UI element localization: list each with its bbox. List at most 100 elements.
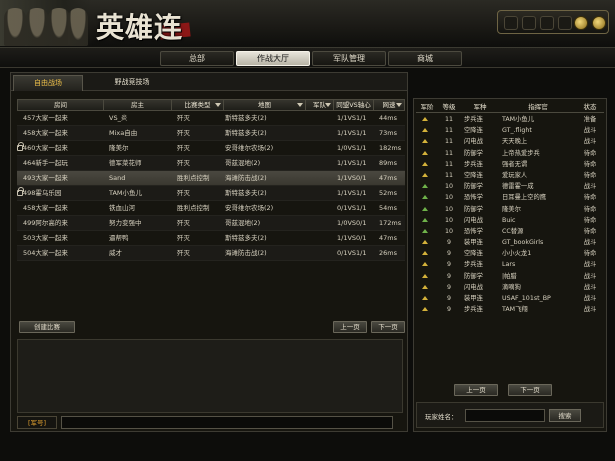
room-name: 493大家一起来 xyxy=(23,174,68,182)
room-map: 斯特兹多夫(2) xyxy=(225,129,267,137)
room-next-page-button[interactable]: 下一页 xyxy=(371,321,405,333)
player-status: 战斗 xyxy=(583,183,597,191)
col-ping[interactable]: 网速 xyxy=(374,100,404,111)
create-match-button[interactable]: 创建比赛 xyxy=(19,321,75,333)
player-row[interactable]: 9 空降连 小小火龙1 待命 xyxy=(416,248,604,259)
player-commander: CC替源 xyxy=(502,227,524,235)
room-row[interactable]: 457大家一起来 VS_炎 歼灭 斯特兹多夫(2) 1/1VS1/1 44ms xyxy=(17,111,405,126)
player-row[interactable]: 11 空降连 爱玩家人 待命 xyxy=(416,170,604,181)
player-next-page-button[interactable]: 下一页 xyxy=(508,384,552,396)
room-name: 498霍乌乐园 xyxy=(23,189,62,197)
col-host[interactable]: 房主 xyxy=(104,100,172,111)
player-name-input[interactable] xyxy=(465,409,545,422)
player-branch: 防御学 xyxy=(464,205,483,213)
room-host: 隆美尔 xyxy=(109,144,129,152)
chat-channel-label[interactable]: [军号] xyxy=(17,416,57,429)
col-status[interactable]: 状态 xyxy=(576,101,604,113)
room-row[interactable]: 503大家一起来 逼帮鸭 歼灭 斯特兹多夫(2) 1/1VS0/1 47ms xyxy=(17,231,405,246)
room-row[interactable]: 504大家一起来 威才 歼灭 海滩防击战(2) 0/1VS1/1 26ms xyxy=(17,246,405,261)
rank-chevron-icon xyxy=(422,273,428,278)
player-status: 战斗 xyxy=(583,239,597,247)
player-branch: 步兵连 xyxy=(464,160,483,168)
room-vs: 1/1VS1/1 xyxy=(337,159,367,167)
room-prev-page-button[interactable]: 上一页 xyxy=(333,321,367,333)
col-branch[interactable]: 军种 xyxy=(460,101,500,113)
player-row[interactable]: 11 闪电战 天天晚上 战斗 xyxy=(416,136,604,147)
game-logo: 英雄连 xyxy=(96,11,184,44)
power-icon[interactable] xyxy=(592,16,606,30)
chat-input[interactable] xyxy=(61,416,393,429)
room-host: Sand xyxy=(109,174,126,182)
player-branch: 闪电战 xyxy=(464,216,483,224)
col-level[interactable]: 等级 xyxy=(438,101,460,113)
settings-gear-icon[interactable] xyxy=(574,16,588,30)
player-search-button[interactable]: 搜索 xyxy=(549,409,581,422)
rank-chevron-icon xyxy=(422,139,428,144)
player-status: 待命 xyxy=(583,227,597,235)
player-row[interactable]: 11 步兵连 强者无谓 待命 xyxy=(416,159,604,170)
player-row[interactable]: 9 防御学 |帕腊 战斗 xyxy=(416,271,604,282)
col-map[interactable]: 地图 xyxy=(224,100,306,111)
player-list-panel: 军阶 等级 军种 指挥官 状态 11 步兵连 TAM小鱼儿 准备 11 空降连 GT_.fl… xyxy=(413,98,607,432)
dropdown-arrow-icon xyxy=(325,103,331,107)
rank-chevron-icon xyxy=(422,307,428,312)
rank-chevron-icon xyxy=(422,240,428,245)
room-row[interactable]: 458大家一起来 铁血山河 胜利点控制 安哥维尔农场(2) 0/1VS1/1 54ms xyxy=(17,201,405,216)
soldiers-banner xyxy=(0,0,92,46)
player-level: 9 xyxy=(446,250,451,258)
room-row[interactable]: 460大家一起来 隆美尔 歼灭 安哥维尔农场(2) 1/0VS1/1 182ms xyxy=(17,141,405,156)
rank-chevron-icon xyxy=(422,251,428,256)
room-row[interactable]: 493大家一起来 Sand 胜利点控制 海滩防击战(2) 1/1VS0/1 47ms xyxy=(17,171,405,186)
player-branch: 闪电战 xyxy=(464,138,483,146)
nav-tab-hq[interactable]: 总部 xyxy=(160,51,234,66)
player-row[interactable]: 10 防御学 德雷霍一成 战斗 xyxy=(416,181,604,192)
player-status: 战斗 xyxy=(583,306,597,314)
player-row[interactable]: 9 步兵连 TAM飞翔 战斗 xyxy=(416,304,604,315)
chat-log xyxy=(17,339,403,413)
room-table-header: 房间 房主 比赛类型 地图 军队 同盟VS轴心 网速 xyxy=(17,99,405,111)
player-commander: 爱玩家人 xyxy=(502,171,528,179)
player-status: 待命 xyxy=(583,216,597,224)
col-commander[interactable]: 指挥官 xyxy=(500,101,576,113)
room-ping: 52ms xyxy=(379,189,397,197)
rank-chevron-icon xyxy=(422,150,428,155)
col-vs[interactable]: 同盟VS轴心 xyxy=(334,100,374,111)
player-row[interactable]: 9 闪电战 滴嘀狗 战斗 xyxy=(416,282,604,293)
player-row[interactable]: 11 防御学 上帝热爱步兵 待命 xyxy=(416,148,604,159)
room-map: 海滩防击战(2) xyxy=(225,174,267,182)
player-row[interactable]: 9 步兵连 Lars 战斗 xyxy=(416,259,604,270)
col-rank[interactable]: 军阶 xyxy=(416,101,438,113)
room-row[interactable]: 498霍乌乐园 TAM小鱼儿 歼灭 斯特兹多夫(2) 1/1VS1/1 52ms xyxy=(17,186,405,201)
top-icon-bar xyxy=(497,10,609,34)
player-row[interactable]: 10 恐怖学 日耳曼上空的鹰 待命 xyxy=(416,192,604,203)
player-row[interactable]: 10 防御学 隆美尔 待命 xyxy=(416,204,604,215)
nav-tab-store[interactable]: 商城 xyxy=(388,51,462,66)
col-army[interactable]: 军队 xyxy=(306,100,334,111)
rank-chevron-icon xyxy=(422,296,428,300)
rank-chevron-icon xyxy=(422,172,428,177)
nav-tab-army[interactable]: 军队管理 xyxy=(312,51,386,66)
room-name: 458大家一起来 xyxy=(23,204,68,212)
room-row[interactable]: 499阿尔高的来 努力变强中 歼灭 哥兹混地(2) 1/0VS0/1 172ms xyxy=(17,216,405,231)
room-row[interactable]: 464新手一起玩 德军菜花师 歼灭 哥兹混地(2) 1/1VS1/1 89ms xyxy=(17,156,405,171)
col-type[interactable]: 比赛类型 xyxy=(172,100,224,111)
player-row[interactable]: 11 空降连 GT_.flight 战斗 xyxy=(416,125,604,136)
player-status: 战斗 xyxy=(583,272,597,280)
player-row[interactable]: 11 步兵连 TAM小鱼儿 准备 xyxy=(416,114,604,125)
room-row[interactable]: 458大家一起来 Mixa自由 歼灭 斯特兹多夫(2) 1/1VS1/1 73ms xyxy=(17,126,405,141)
rank-chevron-icon xyxy=(422,184,428,189)
room-map: 哥兹混地(2) xyxy=(225,159,261,167)
player-row[interactable]: 10 恐怖学 CC替源 待命 xyxy=(416,226,604,237)
player-row[interactable]: 9 装甲连 USAF_101st_BP 战斗 xyxy=(416,293,604,304)
player-row[interactable]: 9 装甲连 GT_bookGirls 战斗 xyxy=(416,237,604,248)
icon-slot xyxy=(558,16,572,30)
subtab-free-battle[interactable]: 自由战场 xyxy=(13,75,83,91)
nav-tab-battle-hall[interactable]: 作战大厅 xyxy=(236,51,310,66)
col-room[interactable]: 房间 xyxy=(18,100,104,111)
player-level: 9 xyxy=(446,239,451,247)
player-prev-page-button[interactable]: 上一页 xyxy=(454,384,498,396)
subtab-arena[interactable]: 野战竞技场 xyxy=(97,75,167,91)
top-header: 英雄连 xyxy=(0,0,615,48)
player-row[interactable]: 10 闪电战 Buic 待命 xyxy=(416,215,604,226)
room-name: 460大家一起来 xyxy=(23,144,68,152)
